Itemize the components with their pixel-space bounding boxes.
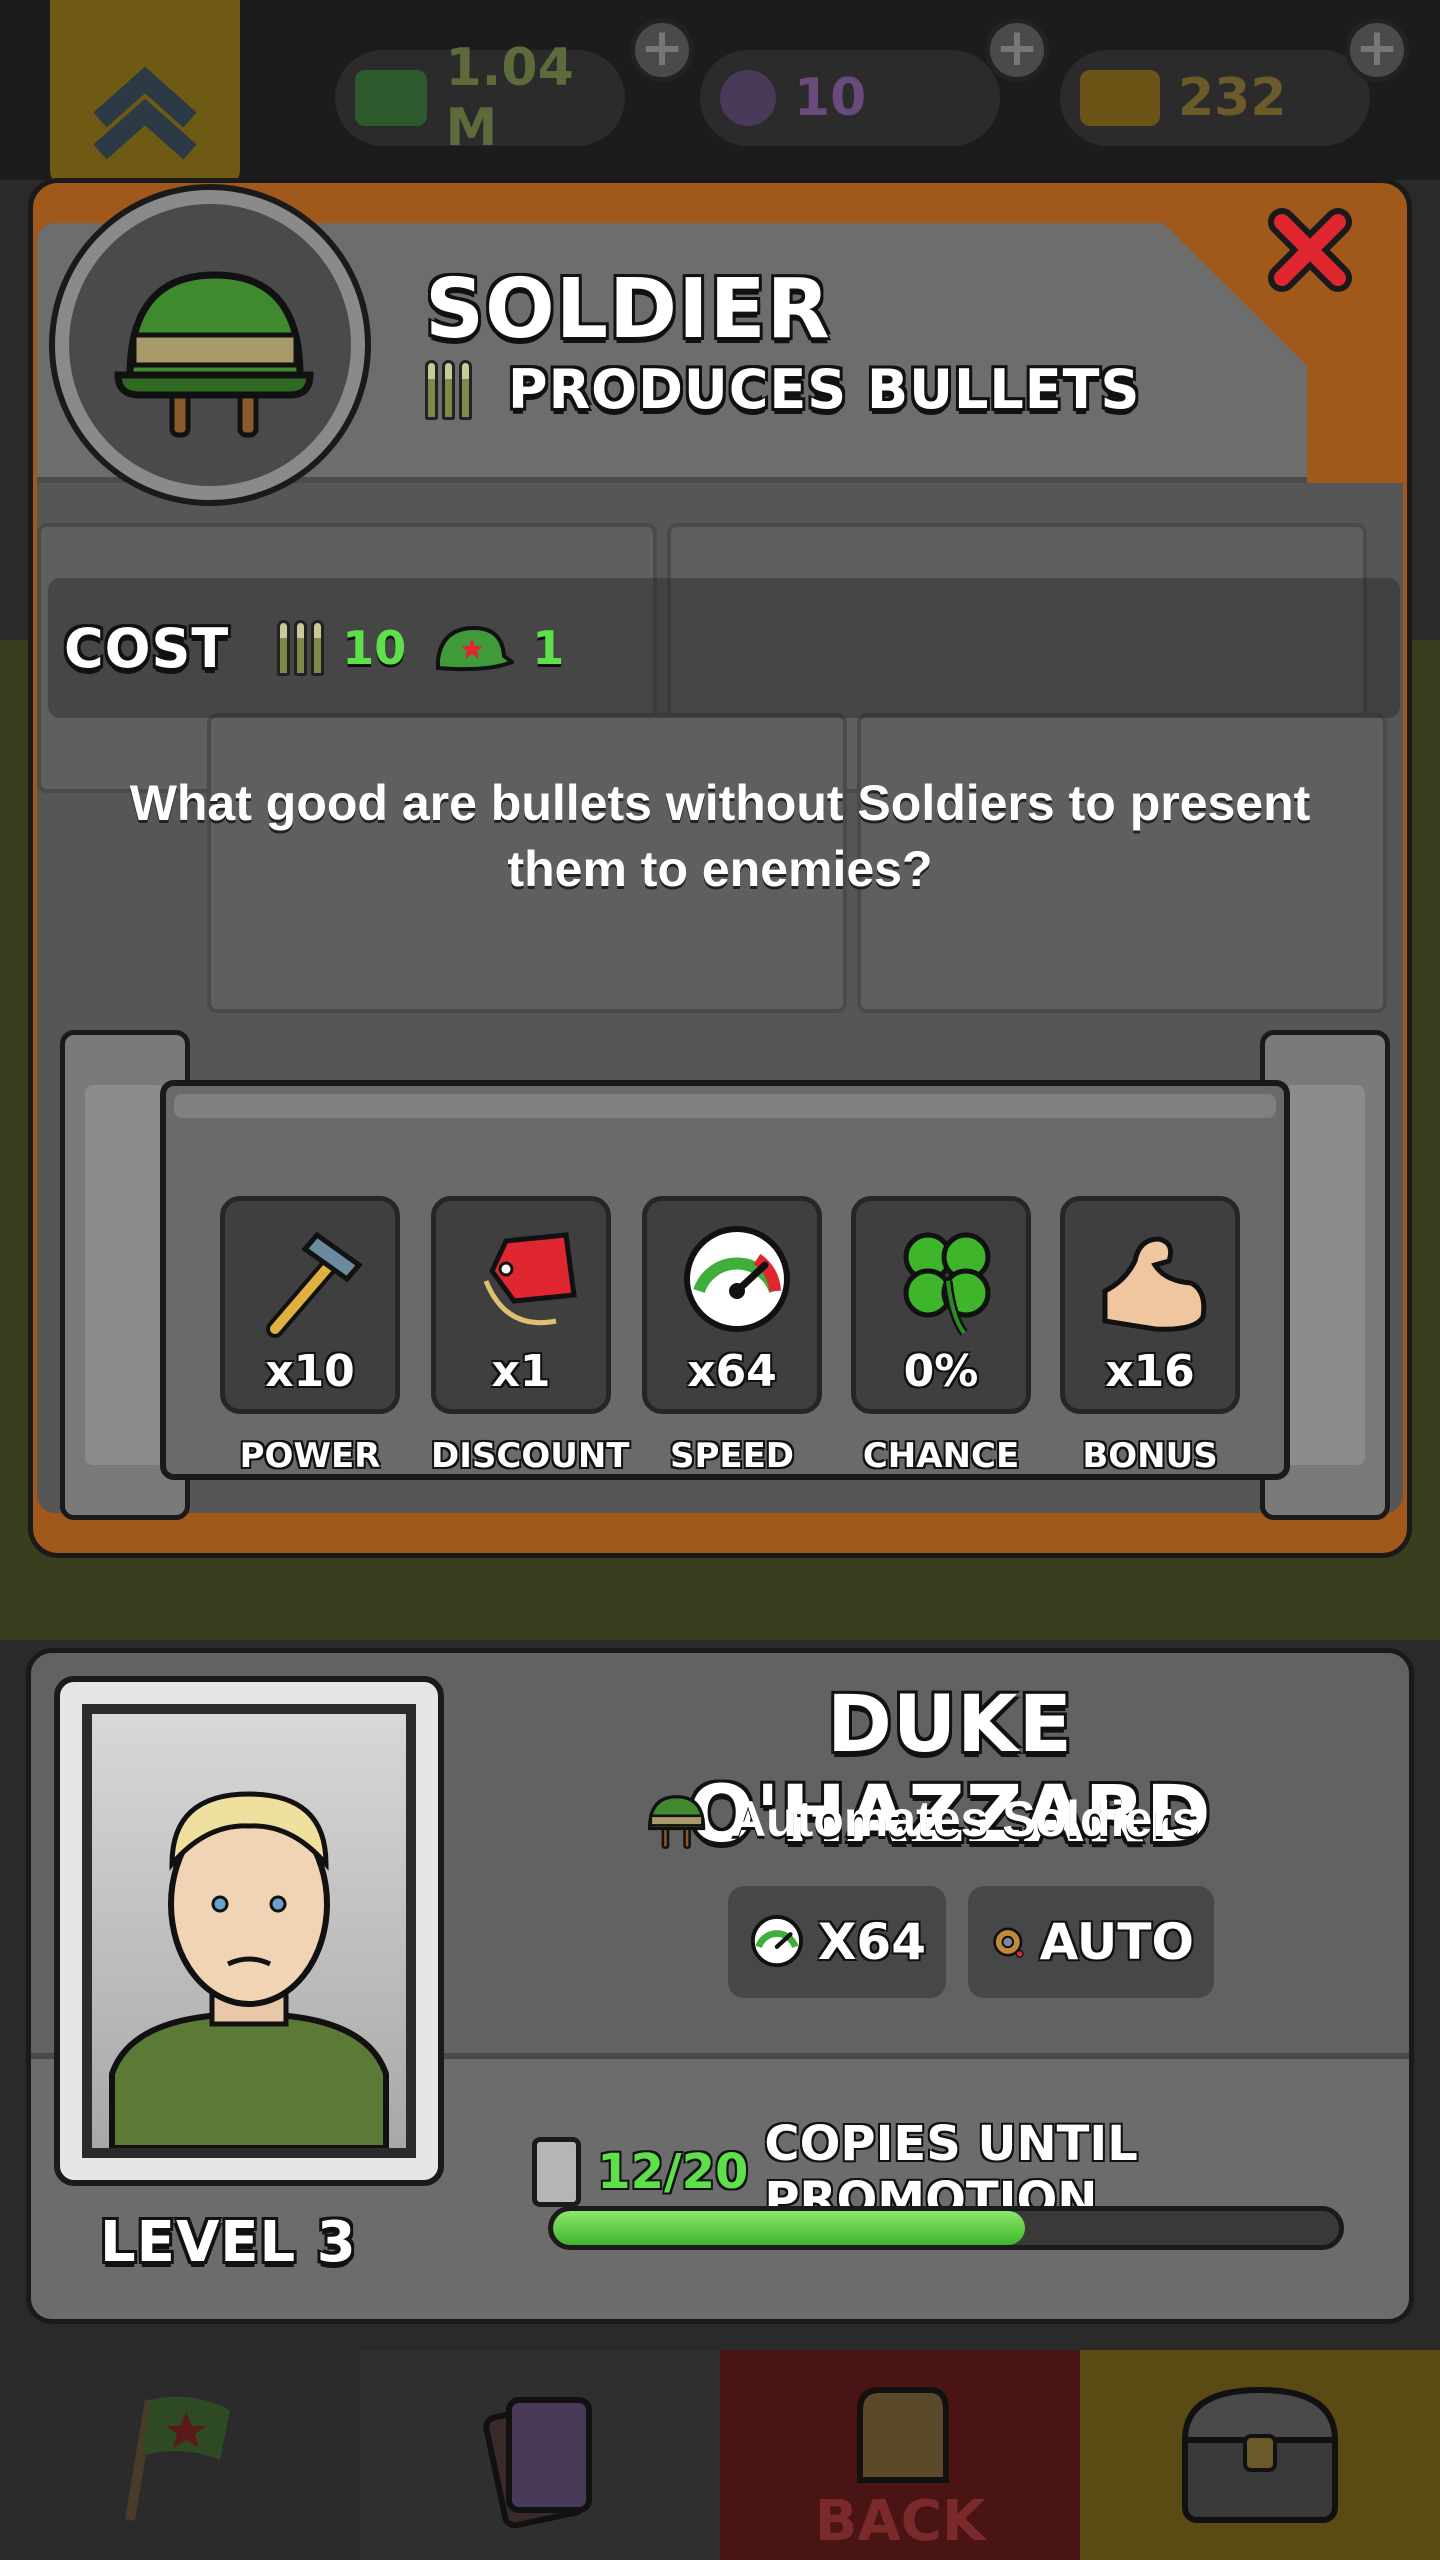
potion-value: 10 <box>794 68 867 128</box>
fist-icon <box>857 2387 949 2483</box>
add-potion-button[interactable]: + <box>985 18 1049 82</box>
unit-badge <box>55 190 365 500</box>
stat-power-label: POWER <box>239 1436 381 1476</box>
hero-subtitle-text: Automates Soldiers <box>730 1791 1200 1847</box>
caps-resource: 1.04 M <box>335 38 625 158</box>
stat-discount-label: DISCOUNT <box>431 1436 630 1476</box>
speedometer-icon <box>750 1914 803 1968</box>
hero-portrait-image <box>82 1704 416 2158</box>
hero-level: LEVEL 3 <box>100 2210 357 2275</box>
modal-title: SOLDIER <box>425 262 831 357</box>
promotion-progress-bar <box>548 2206 1344 2250</box>
cost-bullets-value: 10 <box>342 621 407 675</box>
rank-chevron-icon <box>93 66 197 160</box>
potion-resource: 10 <box>700 50 1000 146</box>
unit-description: What good are bullets without Soldiers t… <box>129 775 1311 897</box>
stats-panel: x10 POWER x1 DISCOUNT x64 SPEED 0% CHANC… <box>160 1080 1290 1480</box>
add-caps-button[interactable]: + <box>630 18 694 82</box>
stat-bonus[interactable]: x16 BONUS <box>1060 1196 1240 1476</box>
stat-power[interactable]: x10 POWER <box>220 1196 400 1476</box>
hero-portrait[interactable] <box>54 1676 444 2186</box>
gold-bar-icon <box>1080 70 1160 126</box>
copies-count: 12/20 <box>597 2144 749 2200</box>
flag-icon <box>125 2396 230 2521</box>
caps-value: 1.04 M <box>445 38 574 158</box>
stat-speed-value: x64 <box>687 1346 777 1397</box>
potion-icon <box>720 70 776 126</box>
soldier-portrait-icon <box>109 1791 389 2148</box>
hero-speed-value: X64 <box>817 1913 926 1971</box>
stat-bonus-value: x16 <box>1105 1346 1195 1397</box>
stats-frame: x10 POWER x1 DISCOUNT x64 SPEED 0% CHANC… <box>60 1030 1390 1520</box>
cost-label: COST <box>64 616 230 680</box>
gold-value: 232 <box>1178 68 1287 128</box>
nav-chest-button[interactable] <box>1080 2350 1440 2560</box>
card-icon <box>532 2137 582 2207</box>
hero-auto-chip[interactable]: AUTO <box>968 1886 1214 1998</box>
hero-speed-chip[interactable]: X64 <box>728 1886 946 1998</box>
price-tag-icon <box>483 1232 577 1326</box>
clover-icon <box>903 1232 991 1336</box>
cost-caps-value: 1 <box>532 621 565 675</box>
stat-discount[interactable]: x1 DISCOUNT <box>431 1196 630 1476</box>
caps-icon <box>355 70 428 126</box>
rank-banner[interactable] <box>50 0 240 190</box>
close-icon[interactable] <box>1260 200 1360 300</box>
treasure-chest-icon <box>1181 2386 1339 2523</box>
hero-subtitle: Automates Soldiers <box>640 1784 1200 1854</box>
army-helmet-icon <box>114 271 314 438</box>
nav-cards-button[interactable] <box>360 2350 720 2560</box>
back-label: BACK <box>814 2489 986 2554</box>
army-helmet-icon <box>647 1795 706 1849</box>
stat-chance-value: 0% <box>903 1346 979 1397</box>
stat-chance[interactable]: 0% CHANCE <box>851 1196 1031 1476</box>
add-gold-button[interactable]: + <box>1345 18 1409 82</box>
bottom-nav: BACK <box>0 2350 1440 2560</box>
nav-missions-button[interactable] <box>0 2350 360 2560</box>
modal-subtitle-text: PRODUCES BULLETS <box>508 358 1141 421</box>
modal-subtitle: PRODUCES BULLETS <box>425 358 1140 421</box>
army-cap-icon <box>436 625 515 672</box>
stat-bonus-label: BONUS <box>1082 1436 1218 1476</box>
stat-chance-label: CHANCE <box>862 1436 1020 1476</box>
bullets-icon <box>277 620 325 676</box>
speedometer-icon <box>684 1226 790 1332</box>
hero-auto-label: AUTO <box>1039 1913 1194 1971</box>
stat-discount-value: x1 <box>491 1346 551 1397</box>
gear-icon <box>993 1927 1024 1958</box>
promotion-progress-fill <box>553 2211 1025 2245</box>
hammer-icon <box>266 1231 363 1338</box>
cost-bar: COST 10 1 <box>48 578 1400 718</box>
stat-speed-label: SPEED <box>669 1436 795 1476</box>
gold-resource: 232 <box>1060 50 1370 146</box>
stat-power-value: x10 <box>265 1346 355 1397</box>
cards-icon <box>483 2397 592 2529</box>
bicep-icon <box>1102 1236 1207 1332</box>
bullets-icon <box>425 359 472 420</box>
stat-speed[interactable]: x64 SPEED <box>642 1196 822 1476</box>
back-button[interactable]: BACK <box>720 2350 1080 2560</box>
